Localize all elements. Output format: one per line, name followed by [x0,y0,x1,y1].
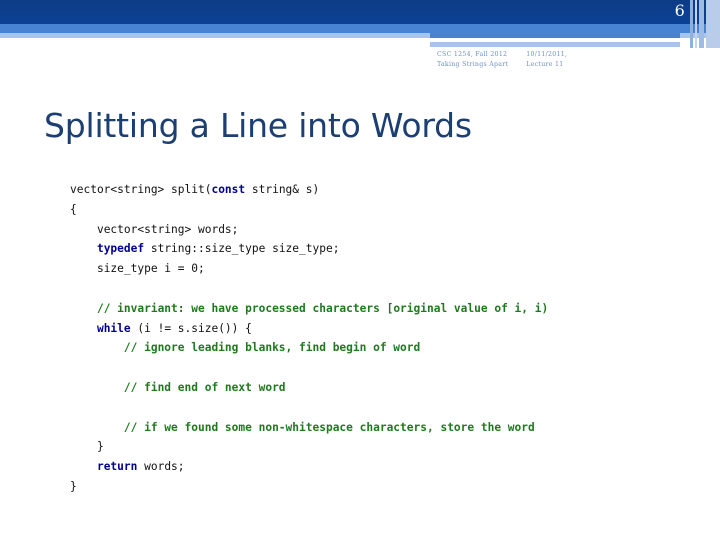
header-accent-stripe-3 [699,0,704,48]
code-token-plain: } [96,440,104,454]
code-token-plain: size_type i = 0; [96,262,205,276]
code-line: return words; [70,457,700,477]
code-line: vector<string> words; [70,220,700,240]
page-number: 6 [674,1,685,20]
header-accent-stripe-4 [706,0,720,48]
code-token-keyword: const [211,183,246,196]
code-line: // if we found some non-whitespace chara… [70,418,700,438]
header-meta: CSC 1254, Fall 2012 Taking Strings Apart… [437,50,687,69]
header-accent-stripe-2 [695,0,697,48]
code-token-plain: string& s) [245,183,320,196]
code-line: typedef string::size_type size_type; [70,239,700,259]
code-token-plain: vector<string> words; [96,222,239,236]
header-meta-date: 10/11/2011, Lecture 11 [526,50,567,69]
code-line: size_type i = 0; [70,259,700,279]
header-meta-course-line1: CSC 1254, Fall 2012 [437,51,508,58]
slide-canvas: 6 CSC 1254, Fall 2012 Taking Strings Apa… [0,0,720,540]
header-banner-white-left [0,38,430,48]
code-line: } [70,437,700,457]
code-token-plain: { [70,202,77,216]
page-title: Splitting a Line into Words [44,106,472,145]
code-token-keyword: while [96,321,131,335]
header-meta-date-line2: Lecture 11 [526,60,564,68]
header-banner-light-extension [430,42,680,47]
code-token-comment: // find end of next word [123,380,286,394]
header-banner-dark [0,0,720,24]
code-line: // ignore leading blanks, find begin of … [70,338,700,358]
code-token-plain: words; [137,460,185,474]
code-token-keyword: return [96,460,138,474]
code-token-plain: vector<string> split( [70,183,212,196]
code-token-plain: (i != s.size()) { [130,321,252,335]
header-meta-date-line1: 10/11/2011, [526,51,568,58]
code-token-comment: // invariant: we have processed characte… [96,301,549,315]
code-block: vector<string> split(const string& s) { v… [70,180,700,497]
code-line: // find end of next word [70,378,700,398]
code-line: { [70,200,700,220]
code-token-comment: // if we found some non-whitespace chara… [123,420,535,434]
code-token-plain: } [70,479,77,493]
code-line: vector<string> split(const string& s) [70,180,700,200]
header-accent-stripe-1 [690,0,693,48]
header-banner-mid [0,24,720,33]
code-line: // invariant: we have processed characte… [70,299,700,319]
code-line: while (i != s.size()) { [70,319,700,339]
code-token-plain: string::size_type size_type; [144,242,340,256]
header-meta-course: CSC 1254, Fall 2012 Taking Strings Apart [437,50,508,69]
header-meta-course-line2: Taking Strings Apart [437,60,509,68]
code-line: } [70,477,700,497]
code-token-comment: // ignore leading blanks, find begin of … [123,341,421,355]
code-token-keyword: typedef [96,242,145,256]
